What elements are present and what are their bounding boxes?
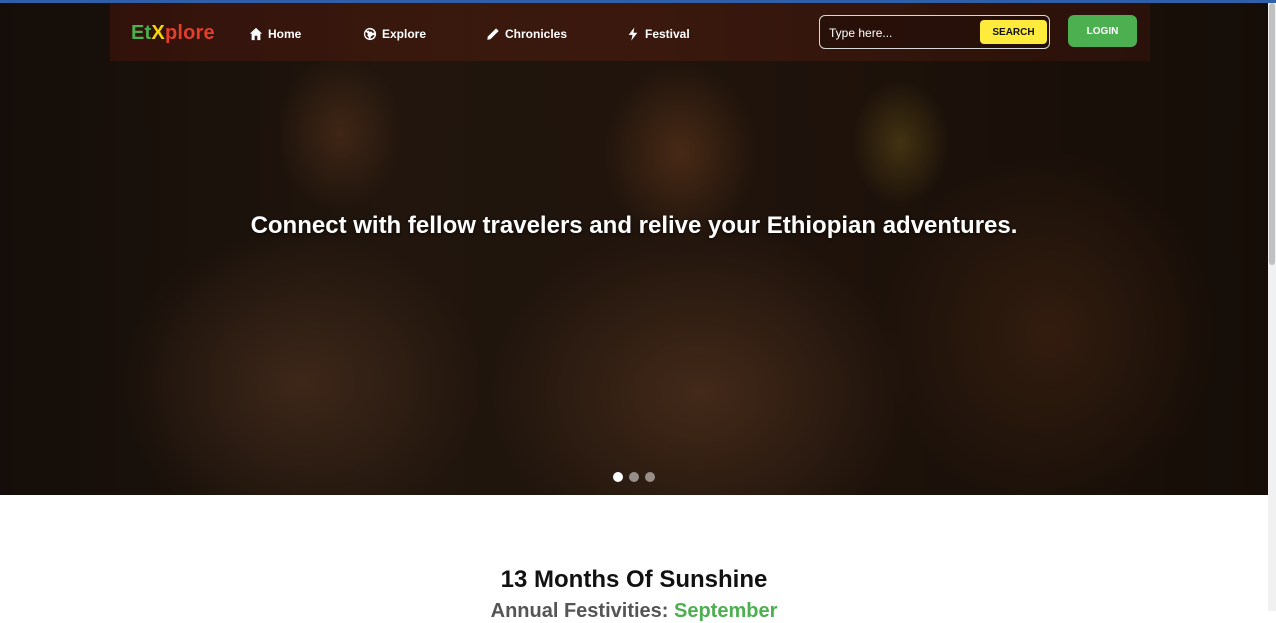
carousel-dot-3[interactable] (645, 472, 655, 482)
festivity-month: September (674, 600, 778, 622)
nav-festival[interactable]: Festival (626, 26, 690, 42)
search-form: SEARCH (819, 15, 1050, 49)
section-subtitle: Annual Festivities: September (490, 600, 778, 622)
home-icon (249, 27, 263, 41)
hero-carousel (0, 3, 1268, 495)
section-title: 13 Months Of Sunshine (500, 566, 768, 593)
hero-headline: Connect with fellow travelers and relive… (250, 212, 1018, 239)
login-button[interactable]: LOGIN (1068, 15, 1137, 47)
brand-logo[interactable]: EtXplore (131, 22, 215, 45)
carousel-indicators (613, 472, 655, 482)
pencil-icon (487, 28, 499, 40)
page-scrollbar[interactable] (1268, 3, 1276, 611)
nav-explore[interactable]: Explore (363, 26, 426, 42)
carousel-dot-1[interactable] (613, 472, 623, 482)
search-input[interactable] (829, 24, 979, 42)
nav-chronicles[interactable]: Chronicles (486, 26, 567, 42)
scrollbar-thumb[interactable] (1269, 3, 1275, 265)
globe-icon (363, 27, 377, 41)
carousel-dot-2[interactable] (629, 472, 639, 482)
search-button[interactable]: SEARCH (980, 20, 1047, 44)
nav-home[interactable]: Home (249, 26, 301, 42)
lightning-icon (628, 27, 638, 41)
top-border (0, 0, 1276, 3)
